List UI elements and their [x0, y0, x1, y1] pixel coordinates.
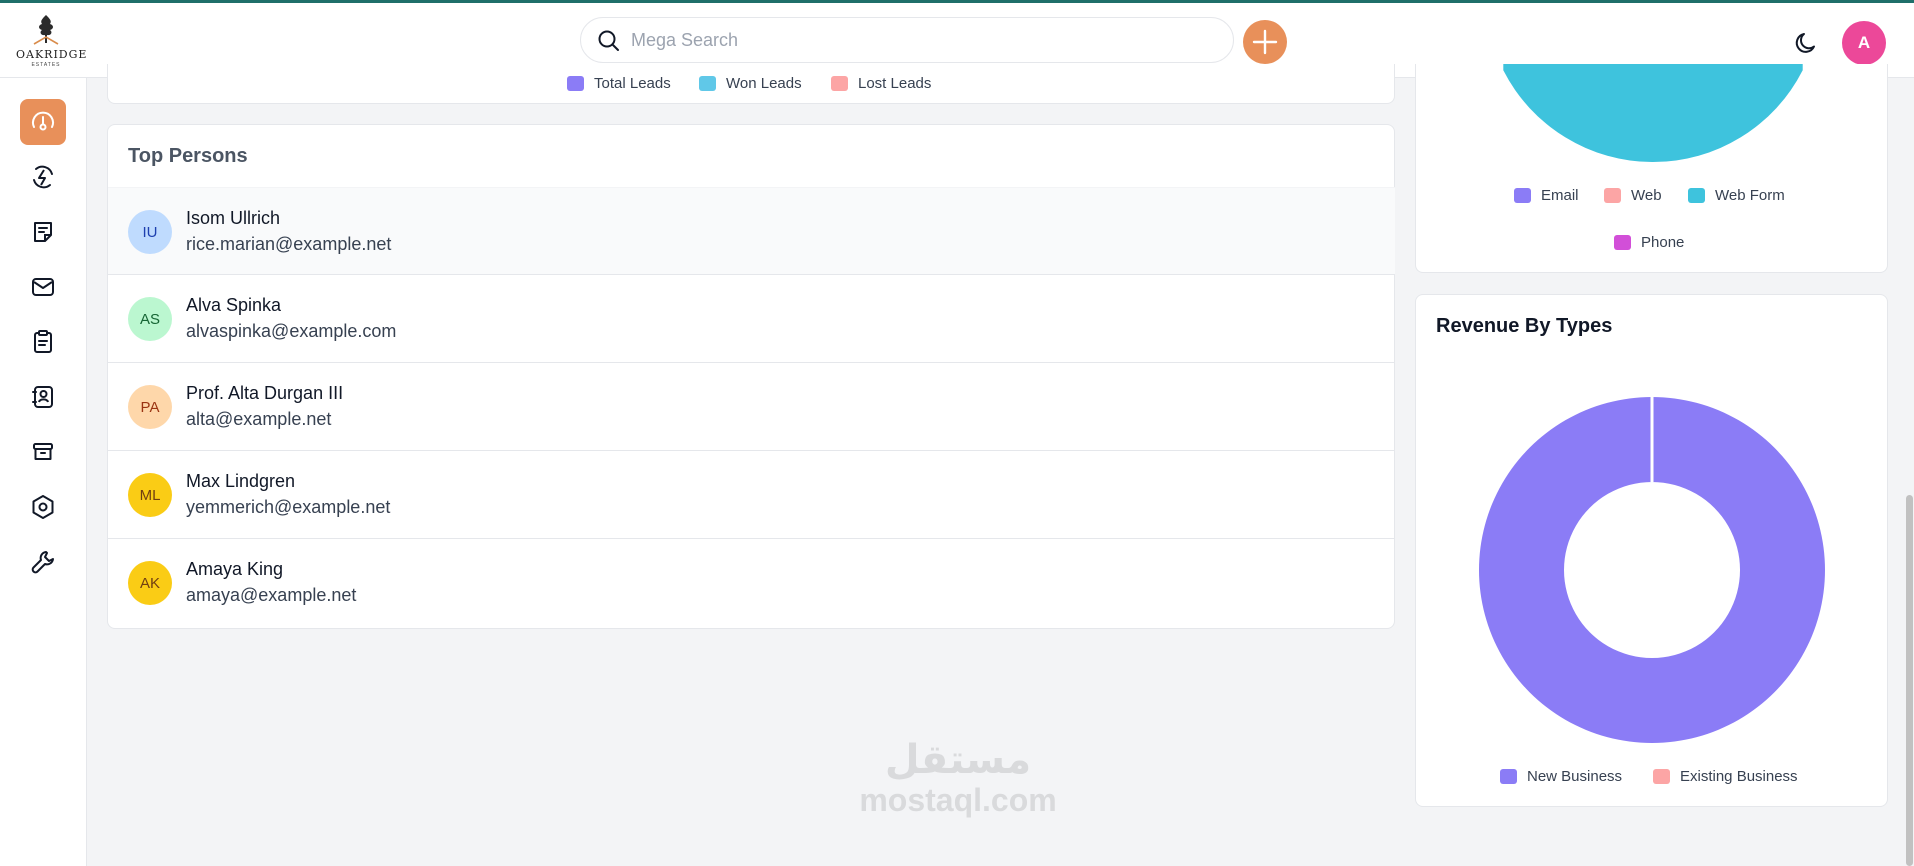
nav-contacts[interactable]	[20, 374, 66, 420]
legend-existing-business[interactable]: Existing Business	[1653, 768, 1798, 785]
watermark-arabic: مستقل	[884, 737, 1032, 783]
dashboard-icon	[32, 111, 54, 131]
search-input[interactable]	[631, 26, 1211, 54]
legend-lost-leads[interactable]: Lost Leads	[831, 75, 931, 92]
legend-swatch	[1653, 769, 1670, 784]
source-pie-chart	[1503, 64, 1803, 163]
legend-label: New Business	[1527, 768, 1623, 785]
legend-phone[interactable]: Phone	[1614, 234, 1684, 251]
nav-products[interactable]	[20, 429, 66, 475]
person-email: alvaspinka@example.com	[186, 321, 397, 341]
person-name: Amaya King	[186, 559, 284, 579]
mail-icon	[32, 278, 54, 296]
activities-icon	[34, 330, 52, 353]
legend-label: Won Leads	[726, 75, 802, 92]
brand-subtitle: ESTATES	[31, 62, 61, 68]
legend-swatch	[567, 76, 584, 91]
legend-label: Web	[1631, 187, 1662, 204]
sidebar	[0, 78, 87, 866]
products-icon	[33, 443, 53, 460]
person-row[interactable]: PA Prof. Alta Durgan III alta@example.ne…	[108, 363, 1395, 451]
person-row[interactable]: AS Alva Spinka alvaspinka@example.com	[108, 275, 1395, 363]
person-email: alta@example.net	[186, 409, 332, 429]
nav-quotes[interactable]	[20, 209, 66, 255]
person-avatar: AK	[128, 561, 172, 605]
contacts-icon	[32, 386, 53, 408]
watermark-latin: mostaql.com	[859, 782, 1057, 818]
dark-mode-moon-icon[interactable]	[1793, 29, 1821, 57]
legend-swatch	[831, 76, 848, 91]
leads-chart-card: Total Leads Won Leads Lost Leads	[107, 64, 1395, 104]
person-row[interactable]: AK Amaya King amaya@example.net	[108, 539, 1395, 627]
legend-swatch	[1604, 188, 1621, 203]
person-name: Prof. Alta Durgan III	[186, 383, 344, 403]
revenue-donut-chart	[1478, 397, 1825, 743]
top-persons-card: Top Persons IU Isom Ullrich rice.marian@…	[107, 124, 1395, 629]
person-email: amaya@example.net	[186, 585, 357, 605]
nav-mail[interactable]	[20, 264, 66, 310]
revenue-title: Revenue By Types	[1436, 315, 1613, 337]
legend-swatch	[1514, 188, 1531, 203]
legend-label: Phone	[1641, 234, 1685, 251]
legend-email[interactable]: Email	[1514, 187, 1579, 204]
nav-dashboard[interactable]	[20, 99, 66, 145]
leads-icon	[33, 165, 53, 189]
person-avatar: AS	[128, 297, 172, 341]
search-icon	[598, 30, 619, 51]
legend-label: Web Form	[1715, 187, 1785, 204]
quick-add-button[interactable]	[1243, 20, 1287, 64]
legend-swatch	[699, 76, 716, 91]
legend-swatch	[1500, 769, 1517, 784]
legend-label: Existing Business	[1680, 768, 1798, 785]
legend-swatch	[1688, 188, 1705, 203]
legend-new-business[interactable]: New Business	[1500, 768, 1622, 785]
person-row[interactable]: IU Isom Ullrich rice.marian@example.net	[108, 187, 1395, 275]
wrench-icon	[31, 551, 54, 574]
settings-icon	[32, 495, 54, 519]
pie-slice-web-form[interactable]	[1503, 64, 1803, 163]
nav-activities[interactable]	[20, 319, 66, 365]
nav-settings[interactable]	[20, 484, 66, 530]
top-persons-title: Top Persons	[128, 145, 248, 167]
person-avatar: PA	[128, 385, 172, 429]
legend-label: Email	[1541, 187, 1579, 204]
person-email: yemmerich@example.net	[186, 497, 391, 517]
brand-name: OAKRIDGE	[16, 48, 88, 61]
nav-configuration[interactable]	[20, 539, 66, 585]
legend-total-leads[interactable]: Total Leads	[567, 75, 671, 92]
legend-swatch	[1614, 235, 1631, 250]
legend-web-form[interactable]: Web Form	[1688, 187, 1785, 204]
legend-label: Lost Leads	[858, 75, 932, 92]
person-avatar: IU	[128, 210, 172, 254]
leads-source-card: Email Web Web Form Phone	[1415, 64, 1888, 273]
brand-logo[interactable]: OAKRIDGE ESTATES	[16, 13, 88, 73]
user-avatar[interactable]: A	[1842, 21, 1886, 65]
legend-web[interactable]: Web	[1604, 187, 1662, 204]
oak-tree-icon	[33, 15, 59, 45]
person-name: Isom Ullrich	[186, 208, 281, 228]
legend-won-leads[interactable]: Won Leads	[699, 75, 802, 92]
mostaql-watermark: مستقل mostaql.com	[838, 738, 1078, 818]
revenue-types-card: Revenue By Types New Business Existing B…	[1415, 294, 1888, 807]
person-email: rice.marian@example.net	[186, 234, 392, 254]
person-name: Alva Spinka	[186, 295, 282, 315]
nav-leads[interactable]	[20, 154, 66, 200]
person-avatar: ML	[128, 473, 172, 517]
person-row[interactable]: ML Max Lindgren yemmerich@example.net	[108, 451, 1395, 539]
scrollbar-thumb[interactable]	[1906, 495, 1913, 866]
person-name: Max Lindgren	[186, 471, 296, 491]
legend-label: Total Leads	[594, 75, 671, 92]
quotes-icon	[34, 222, 52, 242]
mega-search[interactable]	[580, 17, 1234, 63]
plus-icon	[1252, 29, 1278, 55]
